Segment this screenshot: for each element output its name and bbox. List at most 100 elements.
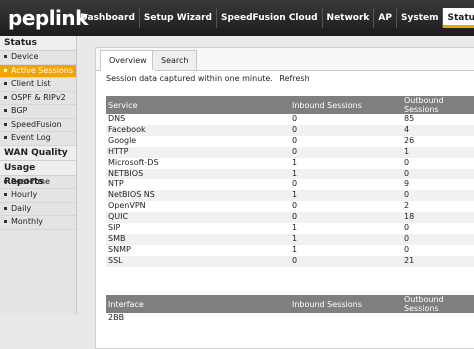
sidebar-item-label: Monthly bbox=[11, 217, 44, 226]
tab-overview[interactable]: Overview bbox=[100, 50, 156, 71]
sidebar-item-ospf-ripv2[interactable]: OSPF & RIPv2 bbox=[0, 92, 76, 105]
inbound-count: 0 bbox=[292, 114, 298, 123]
sidebar-item-device[interactable]: Device bbox=[0, 51, 76, 65]
outbound-count: 26 bbox=[404, 135, 415, 145]
table-row: SSL 0 21 bbox=[106, 255, 474, 267]
inbound-count: 0 bbox=[290, 124, 402, 136]
table-row: SMB 1 0 bbox=[106, 233, 474, 245]
row-label: Facebook bbox=[106, 124, 290, 136]
outbound-count: 21 bbox=[402, 255, 474, 267]
sidebar-section-usage-reports: Usage Reports bbox=[0, 160, 76, 187]
inbound-count: 0 bbox=[292, 201, 298, 211]
row-label: Microsoft-DS bbox=[108, 157, 159, 167]
table-row: NetBIOS NS 1 0 bbox=[106, 190, 474, 202]
outbound-count: 0 bbox=[404, 244, 410, 254]
outbound-count: 9 bbox=[404, 179, 410, 189]
inbound-count: 1 bbox=[292, 157, 298, 167]
sessions-panel: Overview Search Session data captured wi… bbox=[95, 47, 474, 349]
sidebar-item-bgp[interactable]: BGP bbox=[0, 105, 76, 119]
table-header-row: Interface Inbound Sessions Outbound Sess… bbox=[106, 295, 474, 313]
sidebar-item-client-list[interactable]: Client List bbox=[0, 78, 76, 92]
bullet-icon bbox=[4, 122, 7, 126]
sidebar-item-label: Client List bbox=[11, 79, 51, 88]
bullet-icon bbox=[4, 206, 7, 210]
table-row: Microsoft-DS 1 0 bbox=[106, 158, 474, 169]
sidebar-section-wan-quality[interactable]: WAN Quality bbox=[0, 145, 76, 161]
inbound-count: 1 bbox=[290, 190, 402, 202]
col-inbound: Inbound Sessions bbox=[290, 295, 402, 313]
outbound-count: 0 bbox=[402, 190, 474, 202]
row-label: SSL bbox=[106, 255, 290, 267]
outbound-count: 0 bbox=[404, 157, 410, 167]
sidebar-item-label: SpeedFusion bbox=[11, 119, 62, 129]
table-row: Facebook 0 4 bbox=[106, 124, 474, 136]
sidebar: Status Device Active Sessions Client Lis… bbox=[0, 36, 77, 315]
table-header-row: Service Inbound Sessions Outbound Sessio… bbox=[106, 96, 474, 114]
nav-status[interactable]: Status bbox=[443, 8, 474, 28]
col-interface: Interface bbox=[106, 295, 290, 313]
inbound-count: 1 bbox=[292, 244, 298, 254]
row-label: SNMP bbox=[108, 244, 131, 254]
bullet-icon bbox=[4, 109, 7, 112]
row-label: OpenVPN bbox=[108, 201, 146, 211]
sidebar-item-event-log[interactable]: Event Log bbox=[0, 132, 76, 146]
sidebar-item-speedfusion[interactable]: SpeedFusion bbox=[0, 119, 76, 132]
sidebar-item-label: BGP bbox=[11, 106, 28, 115]
sidebar-section-status: Status bbox=[0, 36, 76, 51]
table-row: HTTP 0 1 bbox=[106, 146, 474, 158]
nav-setup-wizard[interactable]: Setup Wizard bbox=[140, 8, 217, 28]
col-outbound: Outbound Sessions bbox=[402, 295, 474, 313]
sidebar-item-label: Device bbox=[11, 52, 39, 61]
sidebar-item-real-time[interactable]: Real-Time bbox=[0, 176, 76, 189]
col-outbound: Outbound Sessions bbox=[402, 96, 474, 114]
nav-speedfusion-cloud[interactable]: SpeedFusion Cloud bbox=[217, 8, 323, 28]
tab-search[interactable]: Search bbox=[152, 50, 198, 70]
bullet-icon bbox=[4, 220, 7, 223]
inbound-count: 0 bbox=[290, 255, 402, 267]
nav-system[interactable]: System bbox=[397, 8, 444, 28]
table-row: Google 0 26 bbox=[106, 136, 474, 147]
inbound-count: 1 bbox=[292, 223, 298, 233]
inbound-count: 1 bbox=[290, 168, 402, 180]
table-row: OpenVPN 0 2 bbox=[106, 201, 474, 212]
capture-note-text: Session data captured within one minute. bbox=[106, 74, 273, 83]
sidebar-item-label: Hourly bbox=[11, 190, 38, 199]
tab-bar: Overview Search bbox=[96, 48, 474, 71]
outbound-count: 1 bbox=[402, 146, 474, 158]
sidebar-item-monthly[interactable]: Monthly bbox=[0, 216, 76, 230]
col-service: Service bbox=[106, 96, 290, 114]
bullet-icon bbox=[4, 136, 7, 139]
bullet-icon bbox=[4, 179, 7, 183]
outbound-count: 2 bbox=[404, 201, 410, 211]
table-row: DNS 0 85 bbox=[106, 114, 474, 125]
main-nav: Dashboard Setup Wizard SpeedFusion Cloud… bbox=[76, 8, 474, 30]
table-row: NETBIOS 1 0 bbox=[106, 168, 474, 180]
sidebar-item-daily[interactable]: Daily bbox=[0, 203, 76, 216]
inbound-count: 0 bbox=[292, 179, 298, 189]
nav-ap[interactable]: AP bbox=[374, 8, 397, 28]
inbound-count: 0 bbox=[292, 135, 298, 145]
outbound-count: 85 bbox=[404, 114, 415, 123]
inbound-count: 0 bbox=[290, 146, 402, 158]
nav-dashboard[interactable]: Dashboard bbox=[76, 8, 140, 28]
service-table-body: DNS 0 85 Facebook 0 4 Google 0 26 HTTP 0 1 Microsoft… bbox=[106, 114, 474, 267]
table-row: SNMP 1 0 bbox=[106, 245, 474, 256]
bullet-icon bbox=[4, 68, 7, 72]
sidebar-item-hourly[interactable]: Hourly bbox=[0, 189, 76, 203]
bullet-icon bbox=[4, 82, 7, 85]
capture-note: Session data captured within one minute.… bbox=[106, 74, 310, 83]
row-label: NetBIOS NS bbox=[106, 190, 290, 202]
sidebar-item-label: Real-Time bbox=[11, 176, 50, 186]
nav-network[interactable]: Network bbox=[323, 8, 375, 28]
bullet-icon bbox=[4, 193, 7, 196]
outbound-count: 0 bbox=[404, 223, 410, 233]
col-inbound: Inbound Sessions bbox=[290, 96, 402, 114]
outbound-count: 18 bbox=[402, 212, 474, 224]
outbound-count: 4 bbox=[402, 124, 474, 136]
sidebar-item-label: Active Sessions bbox=[11, 65, 73, 75]
table-row: SIP 1 0 bbox=[106, 223, 474, 234]
sidebar-item-active-sessions[interactable]: Active Sessions bbox=[0, 64, 76, 78]
refresh-link[interactable]: Refresh bbox=[279, 74, 309, 83]
row-label: QUIC bbox=[106, 212, 290, 224]
table-row: NTP 0 9 bbox=[106, 179, 474, 190]
